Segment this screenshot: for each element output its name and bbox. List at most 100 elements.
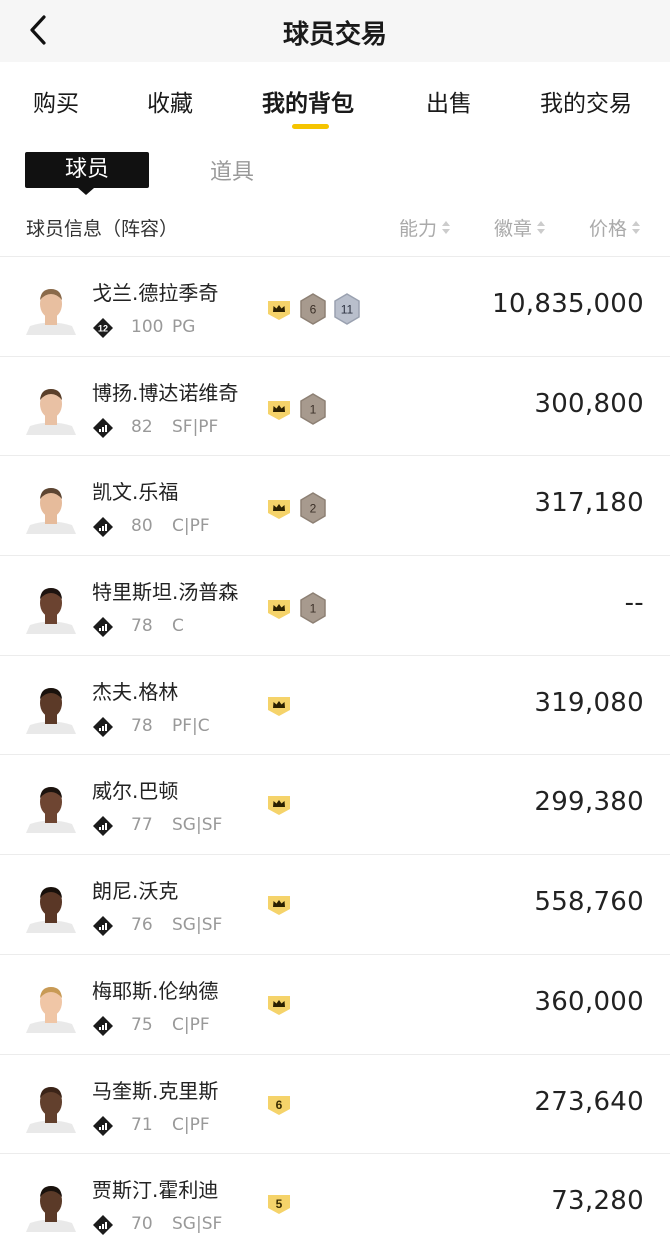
player-avatar	[26, 388, 76, 435]
player-avatar	[26, 488, 76, 535]
subtab-items[interactable]: 道具	[210, 154, 254, 186]
player-name: 凯文.乐福	[92, 480, 179, 505]
player-avatar	[26, 289, 76, 335]
player-overall: 78	[131, 715, 153, 736]
player-overall: 77	[131, 815, 153, 836]
player-name: 梅耶斯.伦纳德	[92, 978, 219, 1003]
player-list: 戈兰.德拉季奇 12 100 PG 6 11 10,835,000 博扬.博达诺维奇 82 SF|…	[0, 256, 670, 1253]
badge-group	[265, 791, 293, 817]
rating-rank-icon: 12	[93, 318, 113, 338]
rating-signal-icon	[93, 1215, 113, 1236]
badge-count: 6	[310, 303, 317, 317]
player-position: C	[172, 616, 184, 637]
silver-badge: 11	[334, 293, 360, 325]
gold-level-badge: 6	[268, 1095, 290, 1115]
badge-group: 6 11	[265, 293, 361, 325]
badge-group: 6	[265, 1091, 293, 1117]
bronze-badge: 1	[300, 392, 326, 425]
sort-price-label: 价格	[589, 218, 628, 240]
player-avatar	[26, 887, 76, 934]
gold-level-badge: 5	[268, 1195, 290, 1215]
badge-count: 6	[276, 1098, 283, 1112]
rating-signal-icon	[93, 1015, 113, 1036]
rating-signal-icon	[93, 716, 113, 737]
subtab-players[interactable]: 球员	[25, 152, 149, 195]
player-avatar	[26, 588, 76, 635]
player-row[interactable]: 威尔.巴顿 77 SG|SF 299,380	[0, 754, 670, 854]
player-position: PF|C	[172, 715, 210, 736]
player-overall: 76	[131, 915, 153, 936]
player-price: 273,640	[534, 1086, 644, 1117]
bronze-badge: 2	[300, 492, 326, 525]
badge-count: 5	[276, 1197, 283, 1211]
player-price: 319,080	[534, 687, 644, 718]
player-position: SG|SF	[172, 815, 223, 836]
player-row[interactable]: 特里斯坦.汤普森 78 C 1 --	[0, 555, 670, 655]
tab-favorites[interactable]: 收藏	[147, 84, 193, 118]
crown-badge-icon	[268, 600, 290, 620]
bronze-badge: 1	[300, 592, 326, 624]
player-avatar	[26, 787, 76, 834]
player-price: 73,280	[551, 1186, 644, 1217]
player-price: 299,380	[534, 787, 644, 818]
player-avatar	[26, 1186, 76, 1233]
page-title: 球员交易	[282, 20, 387, 50]
player-row[interactable]: 博扬.博达诺维奇 82 SF|PF 1 300,800	[0, 355, 670, 456]
badge-count: 1	[310, 602, 317, 616]
player-price: --	[624, 588, 644, 619]
rating-signal-icon	[93, 617, 113, 638]
player-overall: 75	[131, 1014, 153, 1035]
player-row[interactable]: 朗尼.沃克 76 SG|SF 558,760	[0, 854, 670, 954]
player-price: 10,835,000	[492, 289, 644, 319]
badge-group: 5	[265, 1190, 293, 1216]
active-tab-indicator	[292, 124, 329, 129]
badge-group: 2	[265, 492, 327, 525]
tab-sell[interactable]: 出售	[426, 84, 472, 118]
player-position: C|PF	[172, 1014, 210, 1035]
rating-signal-icon	[93, 1115, 113, 1136]
badge-count: 1	[310, 402, 317, 416]
rating-signal-icon	[93, 916, 113, 937]
player-overall: 100	[131, 317, 164, 337]
rating-signal-icon	[93, 816, 113, 837]
sort-arrows-icon	[441, 220, 451, 236]
player-name: 朗尼.沃克	[92, 879, 179, 904]
player-overall: 82	[131, 416, 153, 437]
player-row[interactable]: 杰夫.格林 78 PF|C 319,080	[0, 654, 670, 755]
player-row[interactable]: 马奎斯.克里斯 71 C|PF 6 273,640	[0, 1053, 670, 1154]
crown-badge-icon	[268, 301, 290, 320]
tab-my-backpack[interactable]: 我的背包	[262, 84, 354, 118]
rating-signal-icon	[93, 417, 113, 438]
player-avatar	[26, 986, 76, 1033]
player-position: SF|PF	[172, 416, 219, 437]
player-row[interactable]: 凯文.乐福 80 C|PF 2 317,180	[0, 455, 670, 555]
badge-count: 11	[341, 303, 354, 317]
player-position: SG|SF	[172, 915, 223, 936]
sort-price[interactable]: 价格	[589, 214, 641, 241]
player-row[interactable]: 贾斯汀.霍利迪 70 SG|SF 5 73,280	[0, 1153, 670, 1253]
sort-badge[interactable]: 徽章	[494, 214, 546, 241]
player-overall: 71	[131, 1114, 153, 1135]
player-row[interactable]: 梅耶斯.伦纳德 75 C|PF 360,000	[0, 953, 670, 1054]
player-name: 戈兰.德拉季奇	[92, 281, 219, 305]
badge-group: 1	[265, 592, 327, 624]
sort-arrows-icon	[631, 220, 641, 236]
crown-badge-icon	[268, 995, 290, 1015]
player-overall: 78	[131, 616, 153, 637]
sort-ability[interactable]: 能力	[399, 214, 451, 241]
player-price: 360,000	[534, 986, 644, 1017]
player-name: 杰夫.格林	[92, 679, 179, 704]
crown-badge-icon	[268, 896, 290, 916]
player-overall: 80	[131, 516, 153, 537]
main-tabs: 购买 收藏 我的背包 出售 我的交易	[0, 62, 670, 138]
column-player-info: 球员信息（阵容）	[26, 218, 179, 240]
tab-buy[interactable]: 购买	[33, 84, 79, 118]
crown-badge-icon	[268, 796, 290, 816]
crown-badge-icon	[268, 500, 290, 520]
tab-my-trades[interactable]: 我的交易	[540, 84, 632, 118]
player-avatar	[26, 687, 76, 734]
player-position: C|PF	[172, 1114, 210, 1135]
sort-ability-label: 能力	[399, 218, 438, 240]
player-row[interactable]: 戈兰.德拉季奇 12 100 PG 6 11 10,835,000	[0, 256, 670, 356]
player-name: 博扬.博达诺维奇	[92, 380, 239, 405]
